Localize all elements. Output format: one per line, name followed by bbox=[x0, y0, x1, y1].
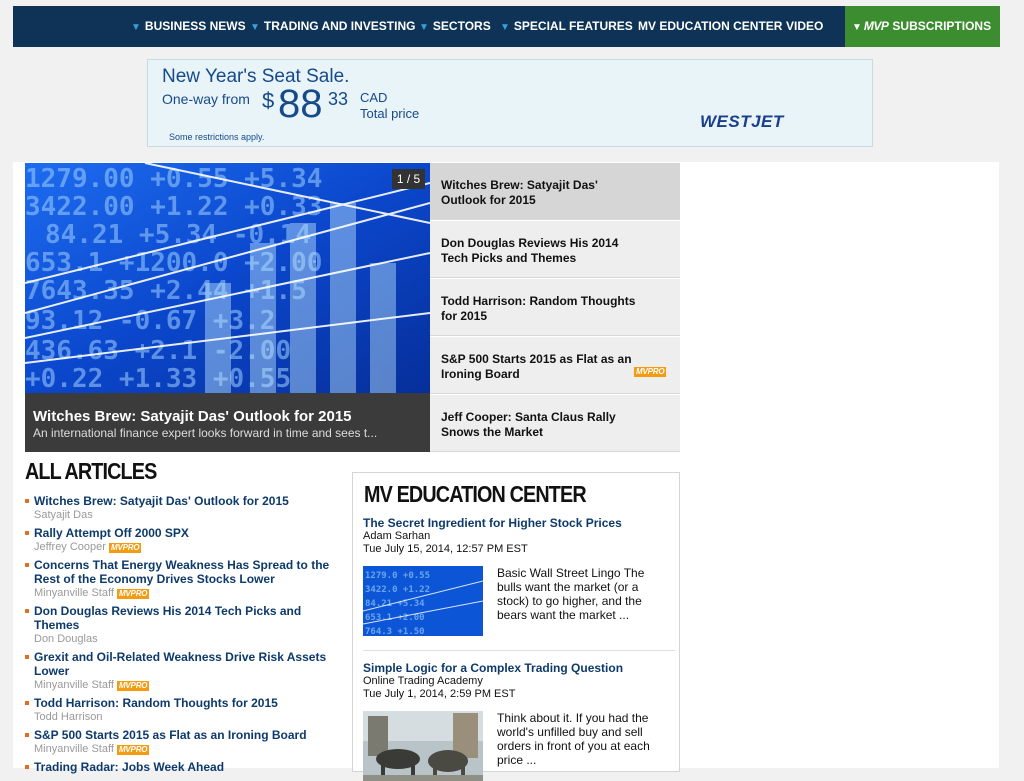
article-title-link[interactable]: Grexit and Oil-Related Weakness Drive Ri… bbox=[34, 650, 337, 678]
article-author[interactable]: Don Douglas bbox=[34, 633, 98, 645]
slide-caption-title: Witches Brew: Satyajit Das' Outlook for … bbox=[33, 408, 352, 425]
article-item: Rally Attempt Off 2000 SPX Jeffrey Coope… bbox=[25, 526, 337, 554]
slide-counter: 1 / 5 bbox=[392, 169, 425, 189]
ad-banner[interactable]: New Year's Seat Sale. One-way from $ 88 … bbox=[147, 59, 873, 147]
slide-item[interactable]: S&P 500 Starts 2015 as Flat as an Ironin… bbox=[430, 337, 680, 394]
bullet-icon bbox=[25, 701, 29, 705]
nav-subscriptions[interactable]: ▼ MVP SUBSCRIPTIONS bbox=[845, 6, 1000, 47]
all-articles-heading: ALL ARTICLES bbox=[25, 458, 157, 484]
article-title-link[interactable]: Don Douglas Reviews His 2014 Tech Picks … bbox=[34, 604, 337, 632]
nav-mv-education-center[interactable]: MV EDUCATION CENTER bbox=[638, 6, 782, 47]
article-author[interactable]: Minyanville Staff bbox=[34, 743, 114, 755]
article-author[interactable]: Jeffrey Cooper bbox=[34, 541, 106, 553]
edu-article-thumbnail[interactable]: 1279.0 +0.55 3422.0 +1.22 84.21 +5.34 65… bbox=[363, 566, 483, 636]
mvp-logo: MVP bbox=[863, 19, 889, 33]
article-item: Todd Harrison: Random Thoughts for 2015 … bbox=[25, 696, 337, 724]
slide-item-title: Jeff Cooper: Santa Claus Rally Snows the… bbox=[441, 410, 616, 439]
ad-currency: CAD bbox=[360, 90, 388, 105]
bull-bear-statue-thumbnail bbox=[363, 711, 483, 781]
ad-price: 88 bbox=[278, 82, 323, 126]
slide-caption-description: An international finance expert looks fo… bbox=[33, 426, 378, 440]
slide-item-title: Todd Harrison: Random Thoughts for 2015 bbox=[441, 294, 636, 323]
slide-item[interactable]: Jeff Cooper: Santa Claus Rally Snows the… bbox=[430, 395, 680, 452]
bullet-icon bbox=[25, 765, 29, 769]
slide-item[interactable]: Witches Brew: Satyajit Das' Outlook for … bbox=[430, 163, 680, 220]
slide-list: Witches Brew: Satyajit Das' Outlook for … bbox=[430, 163, 680, 452]
edu-article-author: Adam Sarhan bbox=[363, 530, 431, 542]
featured-slide-image[interactable]: 1279.00 +0.55 +5.34 3422.00 +1.22 +0.33 … bbox=[25, 163, 430, 393]
svg-text:93.12 -0.67 +3.2: 93.12 -0.67 +3.2 bbox=[25, 306, 275, 336]
article-title-link[interactable]: Todd Harrison: Random Thoughts for 2015 bbox=[34, 696, 337, 710]
article-item: Trading Radar: Jobs Week Ahead bbox=[25, 760, 337, 774]
nav-special-features[interactable]: ▼ SPECIAL FEATURES bbox=[500, 6, 633, 47]
svg-text:3422.00 +1.22 +0.33: 3422.00 +1.22 +0.33 bbox=[25, 192, 322, 222]
bullet-icon bbox=[25, 531, 29, 535]
mvpro-badge: MVPRO bbox=[116, 681, 150, 691]
bullet-icon bbox=[25, 499, 29, 503]
chevron-down-icon: ▼ bbox=[419, 22, 429, 33]
chevron-down-icon: ▼ bbox=[250, 22, 260, 33]
article-item: Concerns That Energy Weakness Has Spread… bbox=[25, 558, 337, 600]
article-author[interactable]: Minyanville Staff bbox=[34, 679, 114, 691]
bullet-icon bbox=[25, 609, 29, 613]
mvpro-badge: MVPRO bbox=[116, 745, 150, 755]
stock-board-thumbnail: 1279.0 +0.55 3422.0 +1.22 84.21 +5.34 65… bbox=[363, 566, 483, 636]
article-title-link[interactable]: Witches Brew: Satyajit Das' Outlook for … bbox=[34, 494, 337, 508]
edu-article-title-link[interactable]: The Secret Ingredient for Higher Stock P… bbox=[363, 516, 622, 530]
article-title-link[interactable]: Concerns That Energy Weakness Has Spread… bbox=[34, 558, 337, 586]
article-item: S&P 500 Starts 2015 as Flat as an Ironin… bbox=[25, 728, 337, 756]
bullet-icon bbox=[25, 563, 29, 567]
chevron-down-icon: ▼ bbox=[131, 22, 141, 33]
westjet-logo: WESTJET bbox=[700, 112, 784, 131]
ad-oneway: One-way from bbox=[162, 91, 250, 107]
nav-video[interactable]: VIDEO bbox=[786, 6, 823, 47]
top-navbar: ▼ BUSINESS NEWS ▼ TRADING AND INVESTING ▼ S… bbox=[13, 6, 1000, 47]
edu-article-excerpt: Basic Wall Street Lingo The bulls want t… bbox=[497, 566, 645, 622]
article-item: Grexit and Oil-Related Weakness Drive Ri… bbox=[25, 650, 337, 692]
education-center-heading: MV EDUCATION CENTER bbox=[364, 481, 587, 507]
nav-sectors[interactable]: ▼ SECTORS bbox=[419, 6, 491, 47]
slide-caption[interactable]: Witches Brew: Satyajit Das' Outlook for … bbox=[25, 393, 430, 452]
article-title-link[interactable]: S&P 500 Starts 2015 as Flat as an Ironin… bbox=[34, 728, 337, 742]
article-title-link[interactable]: Trading Radar: Jobs Week Ahead bbox=[34, 760, 337, 774]
article-item: Don Douglas Reviews His 2014 Tech Picks … bbox=[25, 604, 337, 646]
nav-trading-investing[interactable]: ▼ TRADING AND INVESTING bbox=[250, 6, 415, 47]
nav-business-news[interactable]: ▼ BUSINESS NEWS bbox=[131, 6, 246, 47]
svg-text:764.3 +1.50: 764.3 +1.50 bbox=[365, 627, 425, 636]
stock-board-image: 1279.00 +0.55 +5.34 3422.00 +1.22 +0.33 … bbox=[25, 163, 430, 393]
edu-article-date: Tue July 1, 2014, 2:59 PM EST bbox=[363, 688, 516, 700]
bullet-icon bbox=[25, 733, 29, 737]
divider bbox=[363, 650, 675, 651]
education-center-box: MV EDUCATION CENTER The Secret Ingredien… bbox=[352, 472, 680, 781]
article-author[interactable]: Satyajit Das bbox=[34, 509, 93, 521]
edu-article-title-link[interactable]: Simple Logic for a Complex Trading Quest… bbox=[363, 661, 623, 675]
slide-item-title: Don Douglas Reviews His 2014 Tech Picks … bbox=[441, 236, 619, 265]
ad-total-price: Total price bbox=[360, 106, 420, 121]
ad-restrictions: Some restrictions apply. bbox=[169, 132, 265, 142]
chevron-down-icon: ▼ bbox=[852, 22, 862, 33]
article-author[interactable]: Todd Harrison bbox=[34, 711, 102, 723]
svg-text:1279.0 +0.55: 1279.0 +0.55 bbox=[365, 571, 430, 581]
mvpro-badge: MVPRO bbox=[109, 543, 142, 553]
slide-item[interactable]: Todd Harrison: Random Thoughts for 2015 bbox=[430, 279, 680, 336]
edu-article-excerpt: Think about it. If you had the world's u… bbox=[497, 711, 650, 767]
bullet-icon bbox=[25, 655, 29, 659]
mvpro-badge: MVPRO bbox=[634, 367, 667, 377]
slide-item-title: S&P 500 Starts 2015 as Flat as an Ironin… bbox=[441, 352, 632, 381]
svg-text:84.21 +5.34: 84.21 +5.34 bbox=[365, 599, 425, 609]
article-item: Witches Brew: Satyajit Das' Outlook for … bbox=[25, 494, 337, 522]
article-title-link[interactable]: Rally Attempt Off 2000 SPX bbox=[34, 526, 337, 540]
ad-cents: 33 bbox=[328, 89, 349, 109]
edu-article-author: Online Trading Academy bbox=[363, 675, 483, 687]
slide-item[interactable]: Don Douglas Reviews His 2014 Tech Picks … bbox=[430, 221, 680, 278]
edu-article-thumbnail[interactable] bbox=[363, 711, 483, 781]
svg-text:3422.0 +1.22: 3422.0 +1.22 bbox=[365, 585, 430, 595]
mvpro-badge: MVPRO bbox=[116, 589, 150, 599]
article-author[interactable]: Minyanville Staff bbox=[34, 587, 114, 599]
ad-currency-symbol: $ bbox=[262, 88, 275, 113]
slide-item-title: Witches Brew: Satyajit Das' Outlook for … bbox=[441, 178, 598, 207]
chevron-down-icon: ▼ bbox=[500, 22, 510, 33]
edu-article-date: Tue July 15, 2014, 12:57 PM EST bbox=[363, 543, 528, 555]
